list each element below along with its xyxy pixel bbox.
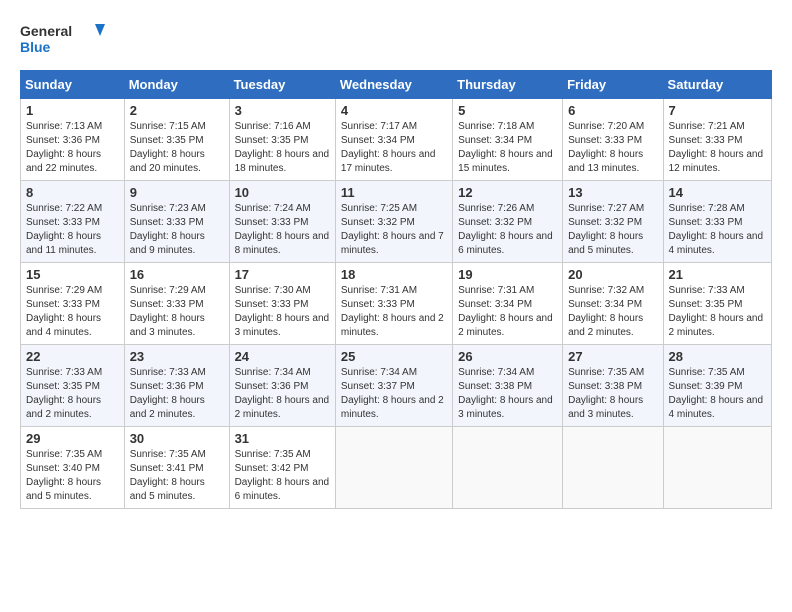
calendar-day-19: 19Sunrise: 7:31 AMSunset: 3:34 PMDayligh…	[453, 263, 563, 345]
calendar-day-31: 31Sunrise: 7:35 AMSunset: 3:42 PMDayligh…	[229, 427, 335, 509]
calendar-day-16: 16Sunrise: 7:29 AMSunset: 3:33 PMDayligh…	[124, 263, 229, 345]
calendar-day-25: 25Sunrise: 7:34 AMSunset: 3:37 PMDayligh…	[335, 345, 452, 427]
calendar-table: SundayMondayTuesdayWednesdayThursdayFrid…	[20, 70, 772, 509]
calendar-day-empty	[663, 427, 771, 509]
header-cell-thursday: Thursday	[453, 71, 563, 99]
calendar-day-empty	[335, 427, 452, 509]
calendar-day-empty	[563, 427, 663, 509]
calendar-day-26: 26Sunrise: 7:34 AMSunset: 3:38 PMDayligh…	[453, 345, 563, 427]
calendar-day-2: 2Sunrise: 7:15 AMSunset: 3:35 PMDaylight…	[124, 99, 229, 181]
svg-text:General: General	[20, 23, 72, 39]
calendar-day-29: 29Sunrise: 7:35 AMSunset: 3:40 PMDayligh…	[21, 427, 125, 509]
calendar-day-23: 23Sunrise: 7:33 AMSunset: 3:36 PMDayligh…	[124, 345, 229, 427]
calendar-day-12: 12Sunrise: 7:26 AMSunset: 3:32 PMDayligh…	[453, 181, 563, 263]
calendar-body: 1Sunrise: 7:13 AMSunset: 3:36 PMDaylight…	[21, 99, 772, 509]
calendar-day-empty	[453, 427, 563, 509]
calendar-day-5: 5Sunrise: 7:18 AMSunset: 3:34 PMDaylight…	[453, 99, 563, 181]
calendar-day-4: 4Sunrise: 7:17 AMSunset: 3:34 PMDaylight…	[335, 99, 452, 181]
calendar-day-1: 1Sunrise: 7:13 AMSunset: 3:36 PMDaylight…	[21, 99, 125, 181]
svg-text:Blue: Blue	[20, 39, 51, 55]
calendar-header: SundayMondayTuesdayWednesdayThursdayFrid…	[21, 71, 772, 99]
calendar-week-0: 1Sunrise: 7:13 AMSunset: 3:36 PMDaylight…	[21, 99, 772, 181]
header-row: SundayMondayTuesdayWednesdayThursdayFrid…	[21, 71, 772, 99]
calendar-day-18: 18Sunrise: 7:31 AMSunset: 3:33 PMDayligh…	[335, 263, 452, 345]
calendar-day-8: 8Sunrise: 7:22 AMSunset: 3:33 PMDaylight…	[21, 181, 125, 263]
calendar-day-10: 10Sunrise: 7:24 AMSunset: 3:33 PMDayligh…	[229, 181, 335, 263]
header-cell-wednesday: Wednesday	[335, 71, 452, 99]
calendar-week-3: 22Sunrise: 7:33 AMSunset: 3:35 PMDayligh…	[21, 345, 772, 427]
logo-svg: General Blue	[20, 20, 110, 60]
header-cell-sunday: Sunday	[21, 71, 125, 99]
calendar-day-17: 17Sunrise: 7:30 AMSunset: 3:33 PMDayligh…	[229, 263, 335, 345]
header-cell-saturday: Saturday	[663, 71, 771, 99]
calendar-day-20: 20Sunrise: 7:32 AMSunset: 3:34 PMDayligh…	[563, 263, 663, 345]
logo: General Blue	[20, 20, 110, 60]
header-cell-tuesday: Tuesday	[229, 71, 335, 99]
calendar-day-27: 27Sunrise: 7:35 AMSunset: 3:38 PMDayligh…	[563, 345, 663, 427]
calendar-day-11: 11Sunrise: 7:25 AMSunset: 3:32 PMDayligh…	[335, 181, 452, 263]
calendar-day-15: 15Sunrise: 7:29 AMSunset: 3:33 PMDayligh…	[21, 263, 125, 345]
calendar-week-2: 15Sunrise: 7:29 AMSunset: 3:33 PMDayligh…	[21, 263, 772, 345]
calendar-day-21: 21Sunrise: 7:33 AMSunset: 3:35 PMDayligh…	[663, 263, 771, 345]
header-cell-monday: Monday	[124, 71, 229, 99]
calendar-week-4: 29Sunrise: 7:35 AMSunset: 3:40 PMDayligh…	[21, 427, 772, 509]
calendar-day-7: 7Sunrise: 7:21 AMSunset: 3:33 PMDaylight…	[663, 99, 771, 181]
calendar-day-22: 22Sunrise: 7:33 AMSunset: 3:35 PMDayligh…	[21, 345, 125, 427]
page-header: General Blue	[20, 20, 772, 60]
header-cell-friday: Friday	[563, 71, 663, 99]
calendar-day-3: 3Sunrise: 7:16 AMSunset: 3:35 PMDaylight…	[229, 99, 335, 181]
calendar-day-24: 24Sunrise: 7:34 AMSunset: 3:36 PMDayligh…	[229, 345, 335, 427]
calendar-day-28: 28Sunrise: 7:35 AMSunset: 3:39 PMDayligh…	[663, 345, 771, 427]
calendar-day-6: 6Sunrise: 7:20 AMSunset: 3:33 PMDaylight…	[563, 99, 663, 181]
calendar-day-9: 9Sunrise: 7:23 AMSunset: 3:33 PMDaylight…	[124, 181, 229, 263]
calendar-day-30: 30Sunrise: 7:35 AMSunset: 3:41 PMDayligh…	[124, 427, 229, 509]
calendar-day-14: 14Sunrise: 7:28 AMSunset: 3:33 PMDayligh…	[663, 181, 771, 263]
calendar-day-13: 13Sunrise: 7:27 AMSunset: 3:32 PMDayligh…	[563, 181, 663, 263]
calendar-week-1: 8Sunrise: 7:22 AMSunset: 3:33 PMDaylight…	[21, 181, 772, 263]
